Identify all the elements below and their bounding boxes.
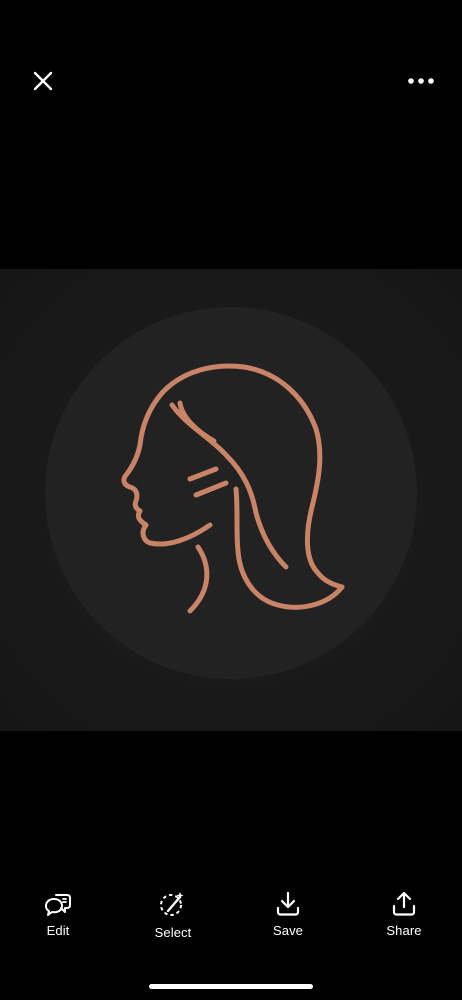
save-label: Save (272, 923, 304, 938)
more-options-button[interactable] (402, 62, 440, 100)
edit-label: Edit (46, 923, 70, 938)
share-icon (388, 888, 420, 920)
image-preview[interactable] (0, 269, 462, 731)
select-button[interactable]: Select (133, 888, 213, 940)
woman-profile-logo (0, 269, 462, 731)
download-icon (272, 888, 304, 920)
select-label: Select (154, 925, 192, 940)
edit-button[interactable]: Edit (18, 888, 98, 938)
more-horizontal-icon (408, 78, 434, 84)
share-button[interactable]: Share (364, 888, 444, 938)
share-label: Share (386, 923, 422, 938)
save-button[interactable]: Save (248, 888, 328, 938)
bottom-toolbar: Edit Select Save Share (0, 888, 462, 948)
close-button[interactable] (24, 62, 62, 100)
top-bar (0, 60, 462, 104)
logo-circle-background (45, 307, 417, 679)
select-magic-icon (157, 888, 189, 920)
edit-chat-icon (42, 888, 74, 920)
close-icon (33, 71, 53, 91)
home-indicator[interactable] (149, 984, 313, 989)
